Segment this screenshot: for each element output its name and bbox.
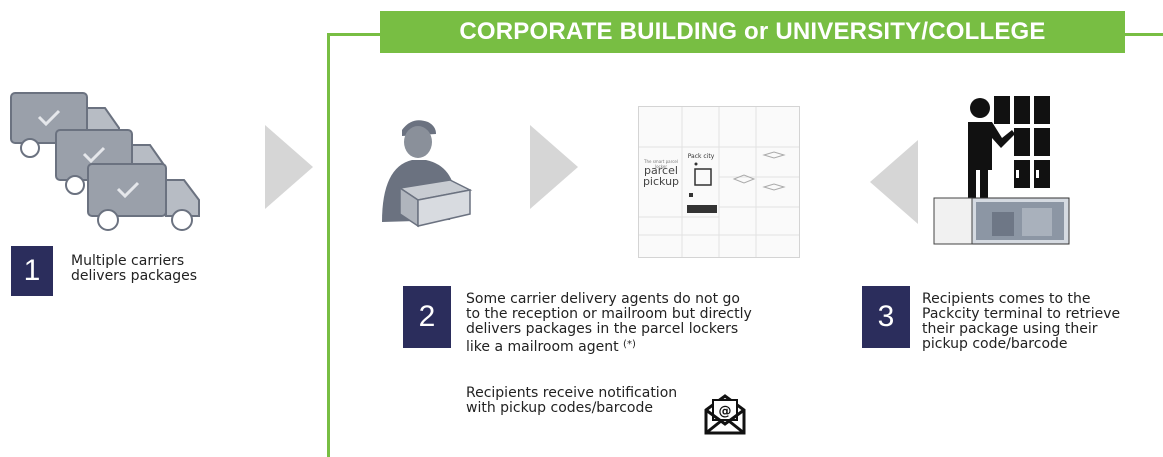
step-2-line-text: like a mailroom agent <box>466 339 619 355</box>
arrow-right-icon <box>265 125 315 210</box>
step-1-line: Multiple carriers <box>71 253 185 269</box>
step-1-number: 1 <box>11 246 53 296</box>
notification-line: with pickup codes/barcode <box>466 400 653 416</box>
frame-top-border-left <box>327 33 385 36</box>
step-3-line: Packcity terminal to retrieve <box>922 306 1121 322</box>
step-2-line: to the reception or mailroom but directl… <box>466 306 752 322</box>
step-2-description: Some carrier delivery agents do not go t… <box>466 292 752 355</box>
step-3-line: their package using their <box>922 321 1098 337</box>
step-2-line: like a mailroom agent (*) <box>466 337 752 355</box>
notification-line: Recipients receive notification <box>466 385 678 401</box>
arrow-left-icon <box>870 140 920 225</box>
frame-top-border-right <box>1124 33 1163 36</box>
notification-text: Recipients receive notification with pic… <box>466 386 677 416</box>
section-banner: CORPORATE BUILDING or UNIVERSITY/COLLEGE <box>380 11 1125 53</box>
step-3-line: Recipients comes to the <box>922 291 1091 307</box>
locker-brand: Pack city <box>687 153 715 160</box>
footnote-marker: (*) <box>623 339 636 350</box>
parcel-locker-icon: The smart parcel locker parcel pickup Pa… <box>638 106 800 258</box>
step-1-description: Multiple carriers delivers packages <box>71 254 197 284</box>
locker-title-line: pickup <box>642 175 680 188</box>
svg-text:@: @ <box>719 404 732 419</box>
step-1-line: delivers packages <box>71 268 198 284</box>
step-3-number: 3 <box>862 286 910 348</box>
step-2-line: Some carrier delivery agents do not go <box>466 291 740 307</box>
step-3-description: Recipients comes to the Packcity termina… <box>922 292 1120 352</box>
locker-screen-title: parcel pickup <box>641 165 681 187</box>
courier-icon <box>372 112 482 244</box>
delivery-trucks-icon <box>8 88 204 236</box>
frame-left-border <box>327 33 330 457</box>
arrow-right-icon <box>530 125 580 210</box>
step-3-line: pickup code/barcode <box>922 336 1068 352</box>
email-envelope-icon: @ <box>703 392 747 436</box>
step-2-number: 2 <box>403 286 451 348</box>
recipient-locker-icon <box>932 94 1072 254</box>
step-2-line: delivers packages in the parcel lockers <box>466 321 739 337</box>
